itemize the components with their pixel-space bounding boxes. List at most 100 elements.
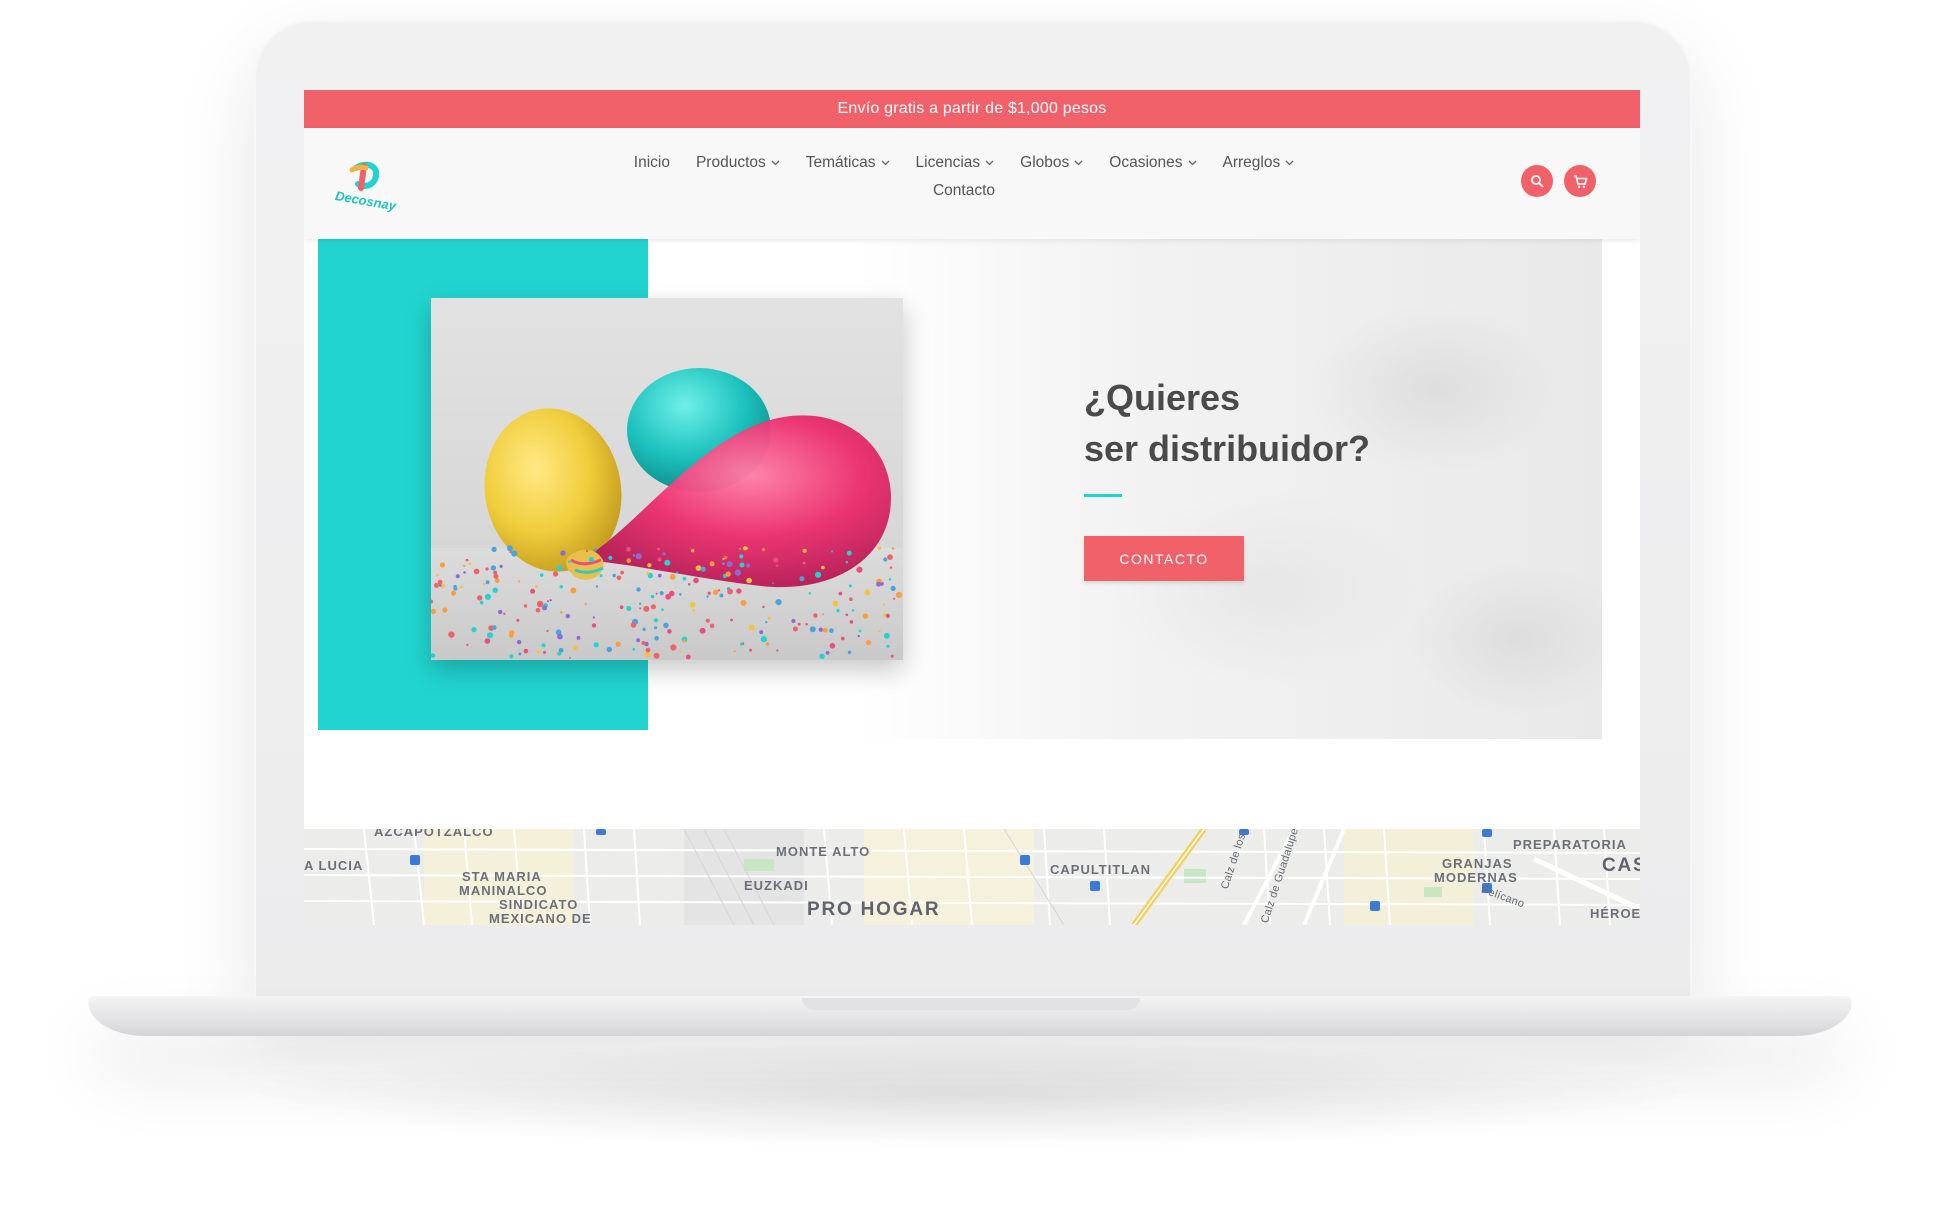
- confetti-dot: [659, 591, 664, 596]
- confetti-dot: [509, 654, 514, 659]
- confetti-dot: [695, 565, 702, 571]
- confetti-dot: [616, 575, 622, 581]
- confetti-dot: [626, 606, 630, 610]
- nav-item-ocasiones[interactable]: Ocasiones: [1109, 155, 1196, 170]
- confetti-dot: [556, 564, 563, 571]
- confetti-dot: [876, 581, 882, 587]
- confetti-dot: [593, 548, 597, 552]
- confetti-dot: [646, 571, 650, 575]
- confetti-dot: [636, 587, 641, 592]
- laptop-notch: [802, 998, 1140, 1010]
- confetti-dot: [559, 585, 563, 589]
- browser-viewport: Envío gratis a partir de $1,000 pesos De…: [304, 90, 1640, 925]
- confetti-dot: [687, 583, 691, 586]
- confetti-dot: [836, 609, 840, 613]
- confetti-dot: [727, 588, 733, 595]
- confetti-dot: [499, 564, 503, 568]
- confetti-dot: [498, 609, 503, 615]
- confetti-dot: [679, 650, 682, 653]
- confetti-dot: [473, 568, 480, 575]
- confetti-dot: [439, 562, 446, 568]
- hero-heading-line-1: ¿Quieres: [1084, 377, 1241, 418]
- confetti-dot: [484, 638, 491, 644]
- confetti-dot: [657, 573, 662, 578]
- confetti-dot: [494, 578, 500, 584]
- confetti-dot: [471, 627, 477, 633]
- confetti-dot: [877, 546, 882, 550]
- confetti-dot: [560, 611, 563, 614]
- confetti-dot: [767, 616, 771, 620]
- nav-item-contacto[interactable]: Contacto: [933, 183, 995, 199]
- cart-button[interactable]: [1564, 165, 1596, 197]
- confetti-dot: [542, 605, 548, 611]
- confetti-dot: [818, 627, 824, 632]
- confetti-dot: [442, 607, 448, 613]
- nav-item-licencias[interactable]: Licencias: [916, 155, 995, 170]
- confetti-dot: [825, 651, 830, 655]
- confetti-dot: [762, 605, 765, 609]
- confetti-dot: [557, 633, 563, 640]
- chevron-down-icon: [1285, 160, 1294, 166]
- confetti-dot: [553, 571, 559, 577]
- contact-button[interactable]: CONTACTO: [1084, 536, 1244, 581]
- confetti-dot: [699, 627, 706, 634]
- confetti-dot: [689, 602, 696, 608]
- confetti-dot: [509, 630, 515, 636]
- confetti-dot: [815, 571, 822, 578]
- confetti-dot: [536, 600, 544, 608]
- confetti-dot: [675, 571, 679, 574]
- confetti-dot: [663, 622, 669, 628]
- logo[interactable]: Decosnay: [334, 158, 406, 214]
- confetti-dot: [805, 623, 808, 626]
- confetti-dot: [453, 584, 457, 589]
- confetti-dot: [895, 591, 903, 599]
- confetti-dot: [822, 613, 825, 616]
- nav-item-inicio[interactable]: Inicio: [634, 155, 670, 171]
- confetti-dot: [775, 599, 782, 606]
- confetti-dot: [479, 600, 484, 605]
- nav-item-globos[interactable]: Globos: [1020, 154, 1083, 171]
- nav-item-label: Globos: [1020, 154, 1070, 171]
- confetti-dot: [886, 644, 890, 648]
- search-button[interactable]: [1521, 165, 1553, 197]
- nav-item-productos[interactable]: Productos: [696, 155, 780, 170]
- location-map[interactable]: AZCAPOTZALCO A LUCIA STA MARIA MANINALCO…: [304, 829, 1640, 925]
- confetti-dot: [847, 650, 852, 655]
- confetti-dot: [883, 557, 888, 562]
- confetti-dot: [535, 607, 541, 613]
- confetti-dot: [864, 589, 871, 596]
- map-label: HÉROE: [1590, 906, 1640, 921]
- confetti-dot: [707, 591, 711, 595]
- confetti-dot: [882, 603, 885, 606]
- confetti-dot: [712, 589, 719, 595]
- confetti-dot: [635, 553, 642, 560]
- confetti-dot: [692, 609, 695, 612]
- confetti-dot: [722, 562, 725, 565]
- confetti-dot: [709, 623, 715, 629]
- confetti-dot: [739, 562, 745, 568]
- map-label: A LUCIA: [304, 858, 364, 873]
- confetti-dot: [865, 640, 872, 646]
- confetti-dot: [518, 652, 522, 656]
- confetti-dot: [822, 627, 828, 633]
- confetti-dot: [455, 574, 460, 579]
- confetti-dot: [503, 612, 506, 615]
- nav-item-arreglos[interactable]: Arreglos: [1223, 155, 1295, 170]
- confetti-dot: [639, 607, 642, 610]
- confetti-dot: [725, 571, 731, 577]
- confetti-dot: [535, 585, 538, 588]
- confetti-dot: [733, 650, 736, 653]
- balloons-photo-icon: [431, 368, 903, 660]
- confetti-dot: [560, 550, 566, 556]
- confetti-dot: [593, 642, 599, 648]
- confetti-dot: [734, 569, 741, 576]
- confetti-dot: [691, 549, 695, 553]
- nav-item-tematicas[interactable]: Temáticas: [806, 155, 890, 170]
- confetti-dot: [706, 595, 709, 598]
- confetti-dot: [819, 653, 825, 659]
- site-header: Decosnay Inicio Productos Temáticas Licenci…: [304, 128, 1640, 239]
- confetti-dot: [657, 547, 660, 551]
- confetti-dot: [791, 618, 796, 624]
- confetti-dot: [738, 547, 741, 550]
- laptop-shadow: [240, 1040, 1700, 1150]
